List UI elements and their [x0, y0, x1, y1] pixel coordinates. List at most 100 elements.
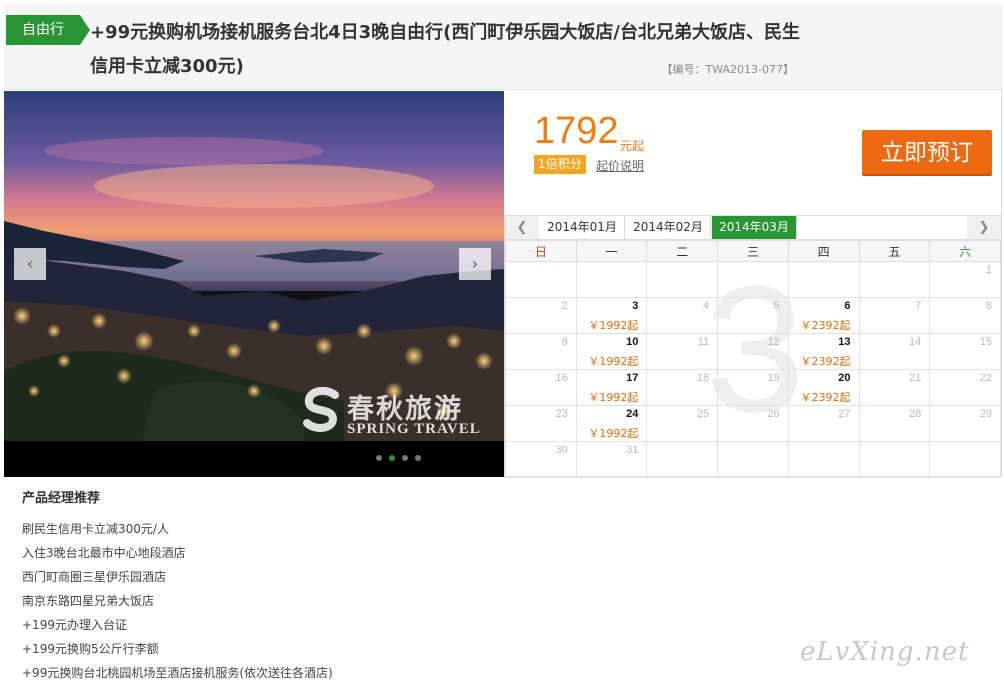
recommend-item: +199元办理入台证: [22, 618, 127, 632]
calendar-day-cell: 30: [505, 441, 577, 478]
calendar-day-cell[interactable]: 20 ￥2392起: [787, 369, 860, 406]
calendar-day-number: 14: [908, 336, 922, 348]
spring-travel-logo-icon: [303, 387, 339, 432]
calendar-day-number: 17: [626, 372, 639, 384]
calendar-day-number: 23: [555, 408, 568, 420]
calendar-day-cell[interactable]: 24 ￥1992起: [575, 405, 648, 442]
product-code: 【编号：TWA2013-077】: [661, 63, 794, 76]
price-panel: 1792 元起 1倍积分 起价说明 立即预订: [504, 91, 1002, 215]
calendar-day-number: 6: [844, 300, 851, 312]
weekday-header: 五: [858, 240, 931, 262]
price-help-link[interactable]: 起价说明: [596, 157, 644, 174]
calendar-day-cell: 19: [717, 369, 789, 406]
month-prev-button[interactable]: ❮: [505, 216, 539, 239]
brand-watermark: 春秋旅游 SPRING TRAVEL: [301, 387, 504, 441]
calendar-week-row: 2 3 ￥1992起 4 5 6 ￥2392起 7 8: [505, 297, 1001, 334]
calendar-day-cell: 4: [646, 297, 719, 334]
month-tab[interactable]: 2014年01月: [540, 216, 625, 239]
calendar-day-price[interactable]: ￥2392起: [801, 389, 851, 405]
slider-dot[interactable]: [402, 455, 408, 461]
calendar-empty-cell: [717, 261, 789, 298]
slider-dot[interactable]: [376, 455, 382, 461]
calendar-day-cell: 22: [929, 369, 1001, 406]
calendar-day-price[interactable]: ￥1992起: [588, 425, 638, 441]
weekday-header: 四: [787, 240, 860, 262]
watermark-en: SPRING TRAVEL: [347, 421, 481, 437]
chevron-right-icon: ›: [471, 254, 479, 273]
calendar-day-number: 9: [561, 336, 568, 348]
calendar-day-number: 31: [626, 444, 639, 456]
weekday-header: 日: [505, 240, 577, 262]
calendar-day-cell: 12: [717, 333, 789, 370]
calendar-week-row: 30 31: [505, 441, 1001, 478]
calendar-day-price[interactable]: ￥2392起: [801, 353, 851, 369]
month-tab[interactable]: 2014年02月: [626, 216, 711, 239]
book-now-button[interactable]: 立即预订: [862, 130, 992, 176]
calendar-empty-cell: [787, 441, 860, 478]
calendar-day-number: 25: [696, 408, 710, 420]
manager-recommendations: 产品经理推荐 刷民生信用卡立减300元/人 入住3晚台北最市中心地段酒店 西门町…: [22, 489, 722, 687]
calendar-week-row: 1: [505, 261, 1001, 298]
calendar-day-number: 21: [908, 372, 922, 384]
recommend-item: 刷民生信用卡立减300元/人: [22, 522, 169, 536]
calendar-day-number: 24: [626, 408, 639, 420]
slider-dots: [376, 455, 421, 461]
price-unit: 元起: [620, 139, 645, 153]
calendar-day-number: 20: [838, 372, 851, 384]
calendar-day-number: 12: [767, 336, 780, 348]
calendar-day-number: 10: [626, 336, 639, 348]
calendar-day-price[interactable]: ￥1992起: [588, 389, 638, 405]
calendar-day-cell: 7: [858, 297, 931, 334]
weekday-header: 三: [717, 240, 789, 262]
calendar-day-cell: 9: [505, 333, 577, 370]
calendar-day-number: 26: [767, 408, 780, 420]
calendar-empty-cell: [646, 261, 719, 298]
calendar-day-number: 5: [773, 300, 780, 312]
calendar-day-number: 18: [696, 372, 710, 384]
calendar-week-row: 16 17 ￥1992起 18 19 20 ￥2392起 21 22: [505, 369, 1001, 406]
calendar-day-cell: 2: [505, 297, 577, 334]
calendar-empty-cell: [646, 441, 719, 478]
calendar-grid: 日 一 二 三 四 五 六 1 2 3 ￥1992起 4 5 6 ￥2392起 7 8 9 10 ￥19…: [505, 240, 1001, 478]
slider-prev-button[interactable]: ‹: [14, 248, 46, 280]
slider-dot[interactable]: [389, 455, 395, 461]
slider-next-button[interactable]: ›: [459, 248, 491, 280]
recommend-item: 西门町商圈三星伊乐园酒店: [22, 570, 167, 584]
recommend-item: +99元换购台北桃园机场至酒店接机服务(依次送往各酒店): [22, 666, 333, 680]
calendar-day-cell: 29: [929, 405, 1001, 442]
month-bar: ❮ 2014年01月 2014年02月 2014年03月 ❯: [505, 216, 1001, 240]
calendar-day-cell: 27: [787, 405, 860, 442]
calendar-day-cell[interactable]: 6 ￥2392起: [787, 297, 860, 334]
calendar-empty-cell: [717, 441, 789, 478]
calendar-day-number: 30: [555, 444, 568, 456]
calendar-day-number: 2: [561, 300, 568, 312]
calendar-day-number: 27: [838, 408, 851, 420]
calendar-day-cell[interactable]: 10 ￥1992起: [575, 333, 648, 370]
calendar-day-cell: 23: [505, 405, 577, 442]
month-tab-active[interactable]: 2014年03月: [712, 216, 797, 239]
calendar-day-cell[interactable]: 13 ￥2392起: [787, 333, 860, 370]
calendar-day-cell: 31: [575, 441, 648, 478]
calendar-day-number: 16: [555, 372, 568, 384]
calendar-empty-cell: [505, 261, 577, 298]
calendar-day-cell[interactable]: 3 ￥1992起: [575, 297, 648, 334]
calendar-day-number: 1: [985, 264, 992, 276]
calendar-day-number: 19: [767, 372, 780, 384]
price-amount: 1792: [534, 110, 619, 152]
calendar-day-cell: 11: [646, 333, 719, 370]
calendar-empty-cell: [858, 261, 931, 298]
slider-dot[interactable]: [415, 455, 421, 461]
calendar-day-price[interactable]: ￥1992起: [588, 317, 638, 333]
calendar-day-price[interactable]: ￥1992起: [588, 353, 638, 369]
weekday-header: 二: [646, 240, 719, 262]
calendar-day-cell: 26: [717, 405, 789, 442]
calendar-day-number: 29: [979, 408, 992, 420]
calendar-day-cell: 8: [929, 297, 1001, 334]
month-next-button[interactable]: ❯: [967, 216, 1001, 239]
departure-calendar: 3 ❮ 2014年01月 2014年02月 2014年03月 ❯ 日 一 二 三…: [504, 215, 1002, 478]
calendar-day-number: 4: [702, 300, 710, 312]
calendar-day-cell: 1: [929, 261, 1001, 298]
site-watermark: eLvXing.net: [800, 637, 970, 667]
calendar-day-cell[interactable]: 17 ￥1992起: [575, 369, 648, 406]
calendar-day-price[interactable]: ￥2392起: [801, 317, 851, 333]
